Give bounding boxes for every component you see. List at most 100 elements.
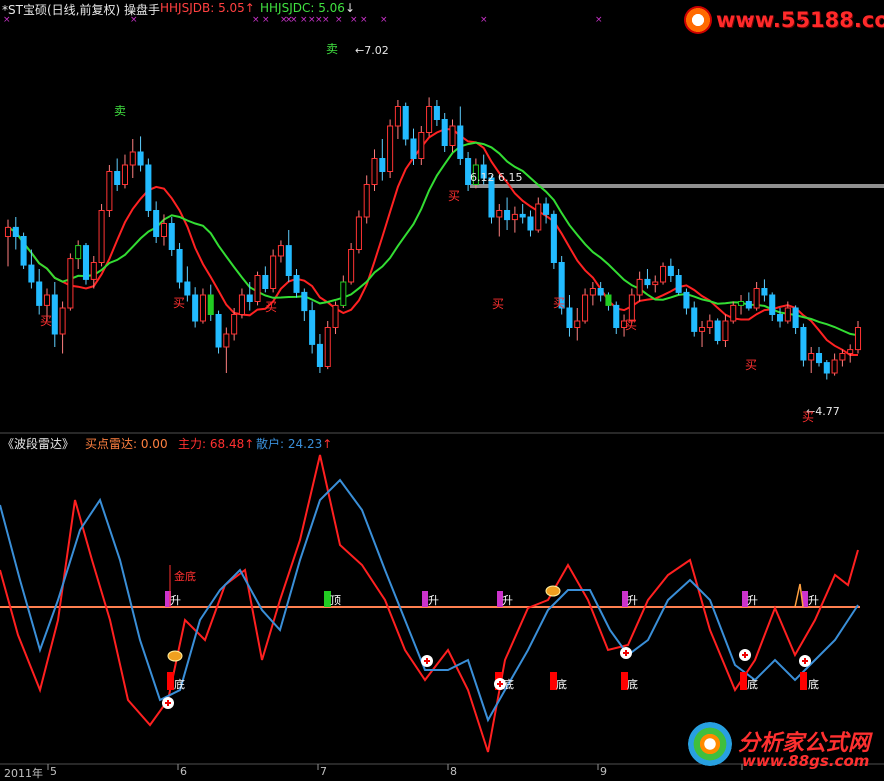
candle-body (753, 288, 760, 309)
candle-body (543, 203, 550, 215)
top-x-mark-icon: × (480, 15, 488, 25)
candle-body (4, 226, 12, 237)
buy-signal-label: 买 (173, 296, 186, 310)
up-arrow-icon: ↑ (244, 1, 255, 15)
candle-body (449, 125, 456, 146)
top-signal-label: 顶 (330, 594, 341, 607)
candle-body (589, 288, 596, 296)
candle-body (823, 362, 830, 374)
mid-price-label: 6.12 6.15 (470, 171, 523, 184)
buy-signal-label: 买 (553, 296, 566, 310)
candle-body (223, 333, 230, 348)
candle-body (387, 125, 394, 172)
candle-body (285, 245, 292, 277)
retail-value: 散户: 24.23↑ (256, 437, 333, 451)
bottom-signal-label: 底 (808, 678, 819, 691)
candle-body (379, 158, 386, 172)
candle-body (129, 151, 136, 166)
x-axis-year: 2011年 (4, 767, 43, 780)
candle-body (792, 307, 799, 328)
candle-body (238, 294, 245, 315)
candle-body (12, 226, 19, 237)
x-axis-month: 9 (600, 765, 607, 778)
top-x-mark-icon: × (290, 15, 298, 25)
candle-body (168, 223, 175, 250)
indicator-hhjsjdb: HHJSJDB: 5.05↑ (160, 1, 255, 15)
bottom-signal-label: 底 (503, 678, 514, 691)
candle-body (394, 106, 401, 127)
candle-body (652, 281, 659, 286)
bottom-signal-label: 底 (174, 678, 185, 691)
candle-body (82, 245, 90, 280)
down-arrow-icon: ↓ (344, 1, 355, 15)
candle-body (316, 343, 323, 367)
candle-body (293, 275, 300, 293)
watermark-logo-icon (684, 6, 712, 34)
candle-body (745, 301, 752, 309)
up-signal-label: 升 (170, 594, 181, 607)
candle-body (800, 327, 807, 361)
candle-body (730, 304, 737, 322)
candle-body (98, 210, 105, 263)
stock-chart-canvas[interactable]: ××××××××××××××××××××× (0, 0, 884, 778)
gold-ingot-icon (167, 650, 183, 662)
x-axis-month: 8 (450, 765, 457, 778)
up-arrow-icon: ↑ (322, 437, 333, 451)
candle-body (605, 294, 612, 306)
bottom-signal-label: 底 (627, 678, 638, 691)
candle-body (153, 210, 160, 237)
buy-radar-value: 买点雷达: 0.00 (85, 437, 168, 451)
candle-body (20, 236, 27, 266)
candle-body (675, 275, 682, 293)
flower-logo-icon (688, 722, 732, 766)
candle-body (854, 327, 862, 351)
candle-body (402, 106, 409, 140)
candle-body (839, 353, 846, 361)
candle-body (776, 314, 784, 322)
candle-body (67, 258, 74, 309)
up-signal-label: 升 (747, 594, 758, 607)
sell-signal-label: 卖 (326, 42, 339, 56)
candle-body (254, 275, 261, 302)
candle-body (277, 245, 284, 257)
candle-body (43, 294, 51, 306)
top-x-mark-icon: × (322, 15, 330, 25)
candle-body (75, 245, 82, 260)
buy-signal-label: 买 (492, 297, 505, 311)
candle-body (496, 210, 503, 218)
candle-body (737, 301, 745, 306)
buy-signal-label: 买 (40, 314, 53, 328)
candle-body (371, 158, 378, 185)
candle-body (683, 291, 690, 309)
watermark-bottom-url: www.88gs.com (742, 752, 870, 770)
watermark-top: www.55188.com (716, 8, 884, 32)
candle-body (660, 265, 667, 283)
bottom-signal-label: 底 (747, 678, 758, 691)
indicator-name: 《波段雷达》 (2, 437, 75, 451)
bottom-signal-bar (740, 672, 747, 690)
candle-body (355, 216, 362, 250)
candle-body (176, 249, 183, 283)
candle-body (207, 294, 214, 315)
candle-body (51, 294, 58, 335)
candle-body (184, 281, 191, 296)
bottom-signal-bar (167, 672, 174, 690)
candle-body (644, 278, 651, 286)
candle-body (36, 281, 43, 306)
candle-body (106, 171, 113, 211)
up-arrow-icon: ↑ (244, 437, 255, 451)
candle-body (831, 359, 838, 374)
stock-title: *ST宝硕(日线,前复权) 操盘手 (2, 3, 160, 17)
candle-body (441, 119, 448, 146)
bottom-signal-label: 底 (556, 678, 567, 691)
top-x-mark-icon: × (380, 15, 388, 25)
candle-body (504, 210, 511, 221)
candle-body (262, 275, 269, 289)
x-axis-month: 6 (180, 765, 187, 778)
candle-body (114, 171, 121, 185)
x-axis-month: 5 (50, 765, 57, 778)
buy-signal-label: 买 (802, 410, 815, 424)
candle-body (667, 265, 674, 276)
candle-body (28, 264, 35, 283)
candle-body (137, 151, 144, 166)
